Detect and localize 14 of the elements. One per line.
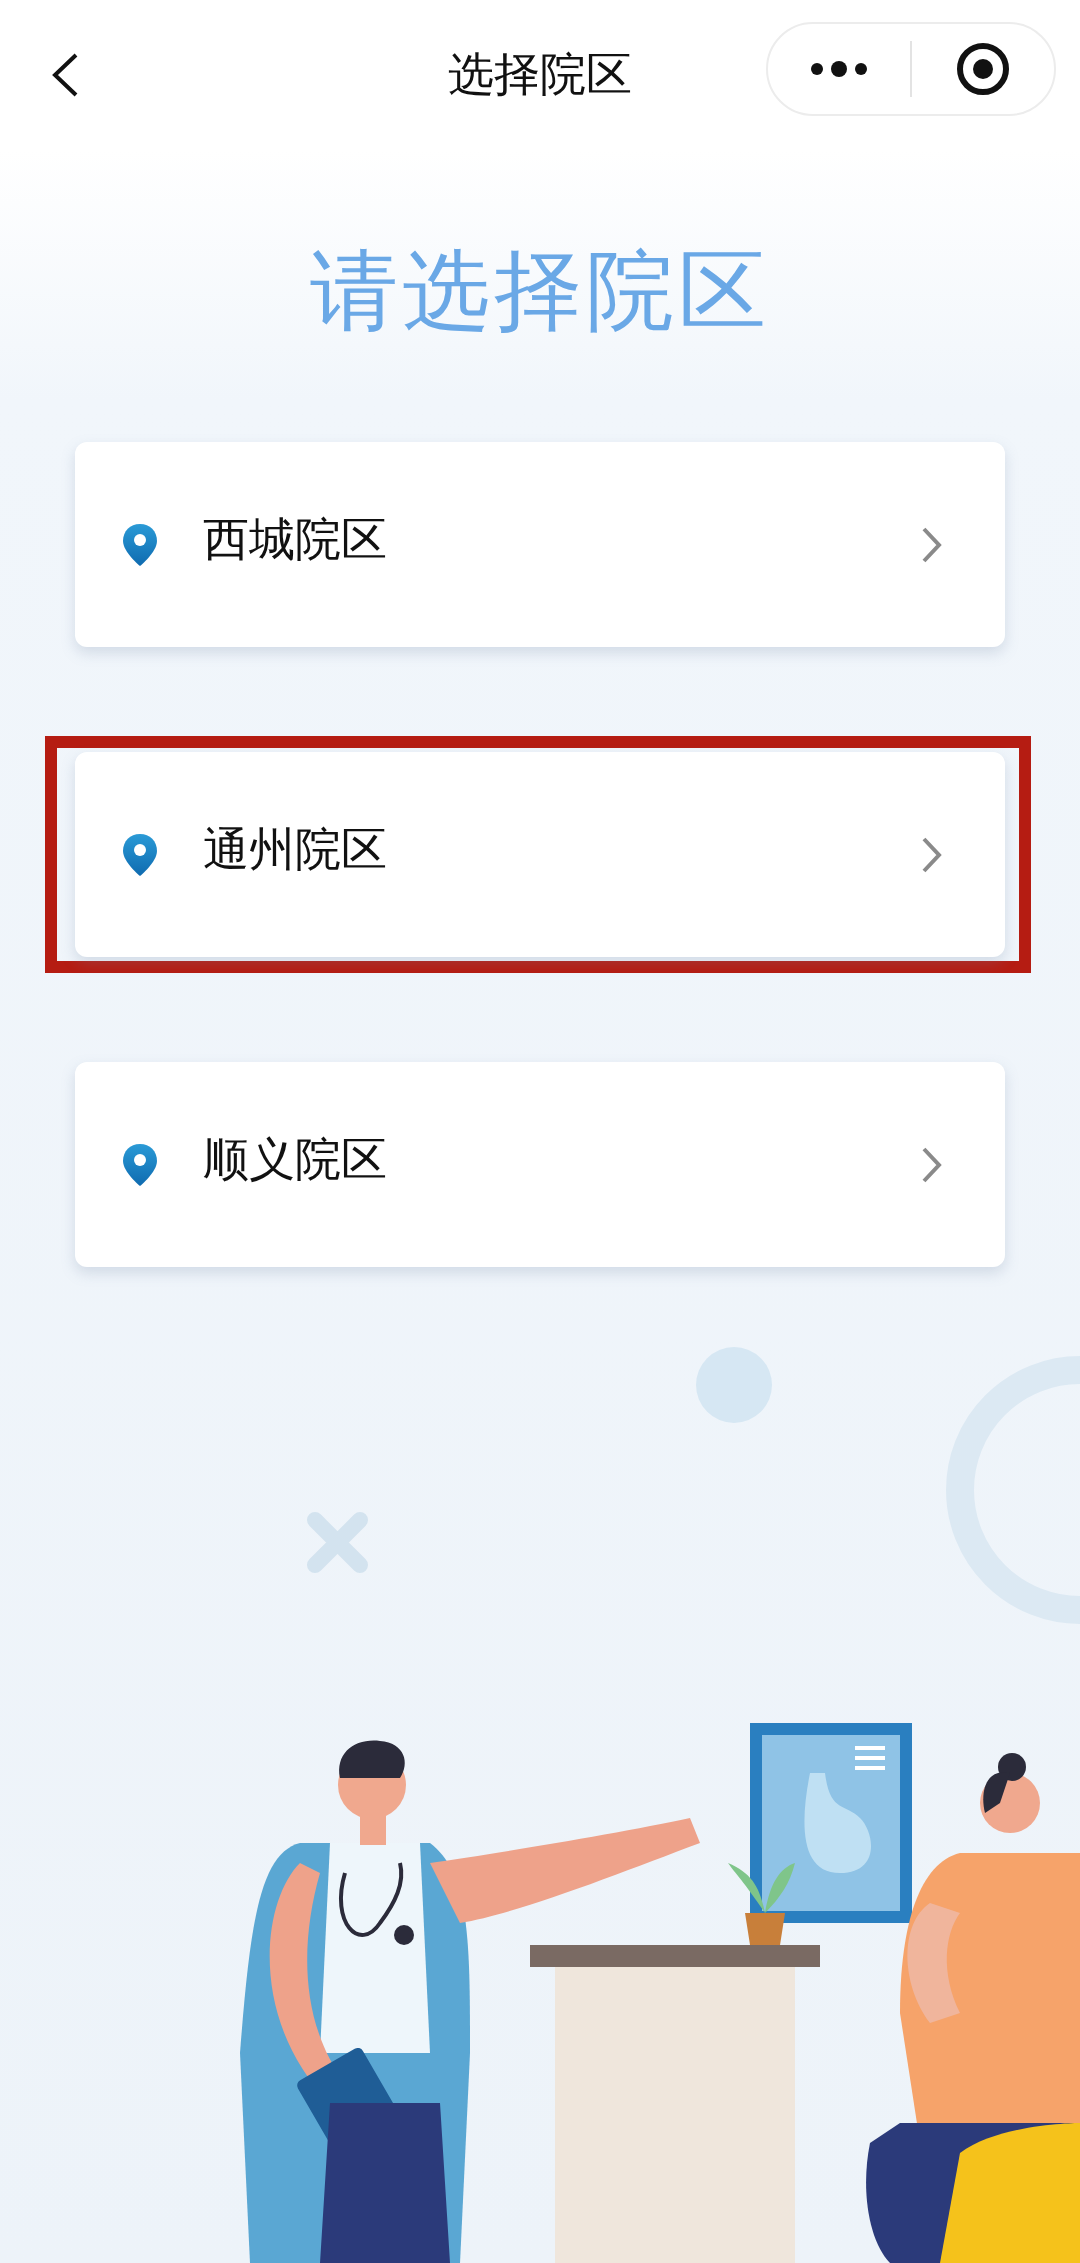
location-pin-icon bbox=[121, 521, 159, 568]
campus-item[interactable]: 西城院区 bbox=[75, 442, 1005, 647]
campus-item[interactable]: 顺义院区 bbox=[75, 1062, 1005, 1267]
campus-item[interactable]: 通州院区 bbox=[75, 752, 1005, 957]
chevron-right-icon bbox=[921, 835, 943, 874]
location-pin-icon bbox=[121, 1141, 159, 1188]
page-heading: 请选择院区 bbox=[310, 238, 770, 344]
chevron-right-icon bbox=[921, 1145, 943, 1184]
back-icon bbox=[50, 52, 80, 98]
page-title: 选择院区 bbox=[447, 46, 633, 103]
more-icon bbox=[809, 61, 869, 77]
target-icon bbox=[955, 41, 1011, 97]
chevron-right-icon bbox=[921, 525, 943, 564]
location-pin-icon bbox=[121, 831, 159, 878]
